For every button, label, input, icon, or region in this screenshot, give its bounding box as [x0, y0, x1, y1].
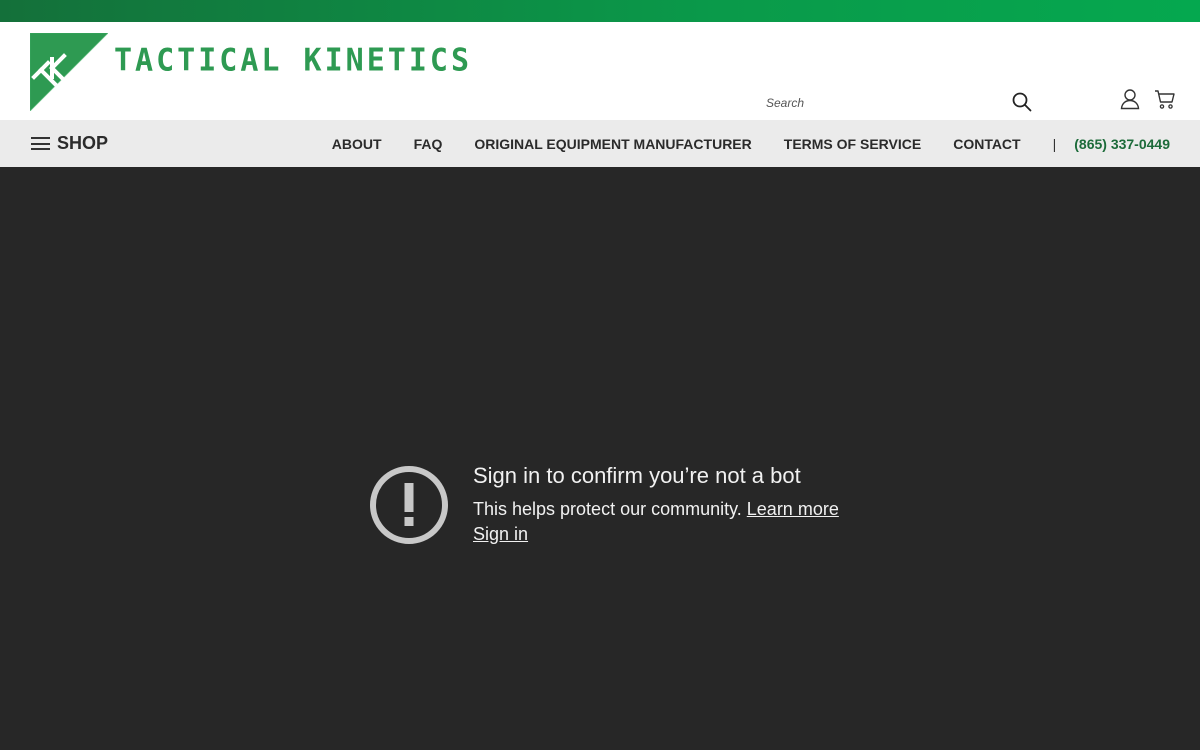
- nav-separator: |: [1052, 135, 1057, 152]
- search-input[interactable]: [766, 88, 996, 118]
- phone-link[interactable]: (865) 337-0449: [1074, 136, 1170, 152]
- site-header: TK TACTICAL KINETICS: [0, 22, 1200, 122]
- nav-link-contact[interactable]: CONTACT: [953, 136, 1020, 152]
- notice-description-row: This helps protect our community. Learn …: [473, 497, 839, 521]
- user-icon[interactable]: [1119, 88, 1141, 110]
- nav-link-oem[interactable]: ORIGINAL EQUIPMENT MANUFACTURER: [474, 136, 751, 152]
- learn-more-link[interactable]: Learn more: [747, 499, 839, 519]
- nav-links: ABOUT FAQ ORIGINAL EQUIPMENT MANUFACTURE…: [300, 120, 1170, 167]
- brand-logo[interactable]: TK TACTICAL KINETICS: [30, 33, 472, 111]
- hamburger-icon: [31, 137, 50, 150]
- bot-check-overlay: Sign in to confirm you’re not a bot This…: [0, 167, 1200, 750]
- shop-label: SHOP: [57, 133, 109, 153]
- exclamation-circle-icon: [370, 466, 448, 544]
- nav-link-faq[interactable]: FAQ: [414, 136, 443, 152]
- top-accent-strip: [0, 0, 1200, 22]
- cart-icon[interactable]: [1154, 88, 1176, 110]
- search-icon[interactable]: [1011, 91, 1033, 113]
- brand-name: TACTICAL KINETICS: [114, 42, 473, 79]
- bot-check-notice: Sign in to confirm you’re not a bot This…: [368, 462, 839, 546]
- logo-mark-icon: TK: [30, 33, 108, 111]
- search-bar: [766, 88, 1041, 122]
- notice-text: Sign in to confirm you’re not a bot This…: [473, 462, 839, 546]
- notice-title: Sign in to confirm you’re not a bot: [473, 463, 801, 488]
- sign-in-link[interactable]: Sign in: [473, 522, 528, 546]
- main-navigation: SHOP ABOUT FAQ ORIGINAL EQUIPMENT MANUFA…: [0, 120, 1200, 167]
- shop-menu-button[interactable]: SHOP: [31, 120, 108, 167]
- notice-description: This helps protect our community.: [473, 499, 747, 519]
- nav-link-about[interactable]: ABOUT: [332, 136, 382, 152]
- nav-link-terms[interactable]: TERMS OF SERVICE: [784, 136, 921, 152]
